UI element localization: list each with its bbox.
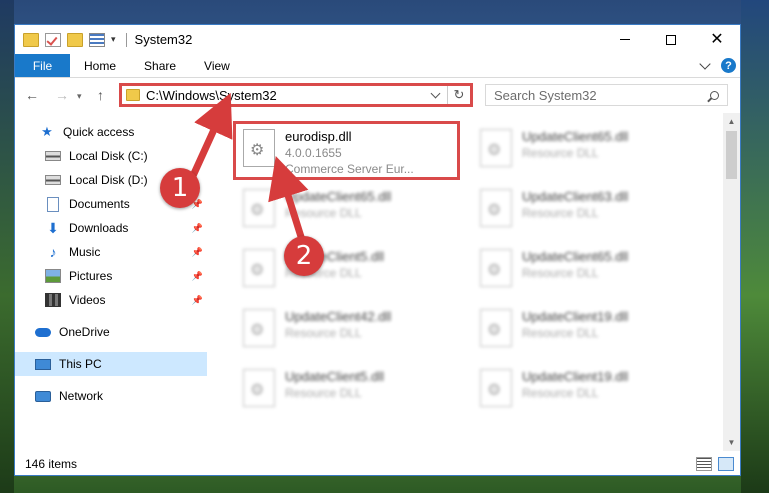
callout-1: 1 xyxy=(160,168,200,208)
callout-2: 2 xyxy=(284,236,324,276)
annotation-arrows xyxy=(188,92,309,242)
arrow-2 xyxy=(268,155,309,242)
arrow-1 xyxy=(188,92,233,180)
